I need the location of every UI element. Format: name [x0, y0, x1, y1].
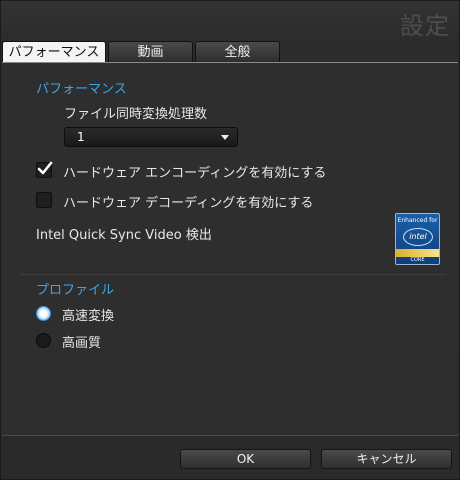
window-title: 設定	[400, 12, 450, 40]
performance-section-title: パフォーマンス	[36, 82, 127, 97]
profile-fast-radio[interactable]	[36, 306, 51, 321]
badge-bottom-text: CORE	[410, 257, 425, 263]
chevron-down-icon	[221, 135, 229, 140]
hw-encode-checkbox[interactable]	[36, 161, 53, 178]
profile-fast-label: 高速変換	[62, 309, 115, 324]
qsv-detect-label: Intel Quick Sync Video 検出	[36, 228, 212, 243]
profile-quality-label: 高画質	[62, 336, 102, 351]
profile-quality-radio[interactable]	[36, 333, 51, 348]
section-divider	[20, 274, 446, 275]
badge-top-text: Enhanced for	[397, 217, 438, 224]
hw-decode-label: ハードウェア デコーディングを有効にする	[63, 196, 314, 211]
tab-video[interactable]: 動画	[108, 41, 193, 62]
concurrent-conversions-select[interactable]: 1	[64, 127, 238, 147]
badge-stripe	[396, 249, 439, 257]
intel-logo: intel	[403, 228, 433, 246]
tab-performance[interactable]: パフォーマンス	[2, 41, 106, 62]
concurrent-conversions-value: 1	[77, 130, 85, 144]
tab-general[interactable]: 全般	[195, 41, 280, 62]
concurrent-conversions-label: ファイル同時変換処理数	[64, 107, 208, 122]
profile-section-title: プロファイル	[36, 283, 115, 298]
hw-decode-checkbox[interactable]	[36, 192, 52, 208]
ok-button[interactable]: OK	[180, 449, 311, 469]
intel-core-badge: Enhanced for intel CORE	[395, 213, 440, 265]
checkmark-icon	[37, 161, 53, 175]
hw-encode-label: ハードウェア エンコーディングを有効にする	[63, 166, 327, 181]
footer-divider	[2, 435, 458, 436]
cancel-button[interactable]: キャンセル	[321, 449, 452, 469]
